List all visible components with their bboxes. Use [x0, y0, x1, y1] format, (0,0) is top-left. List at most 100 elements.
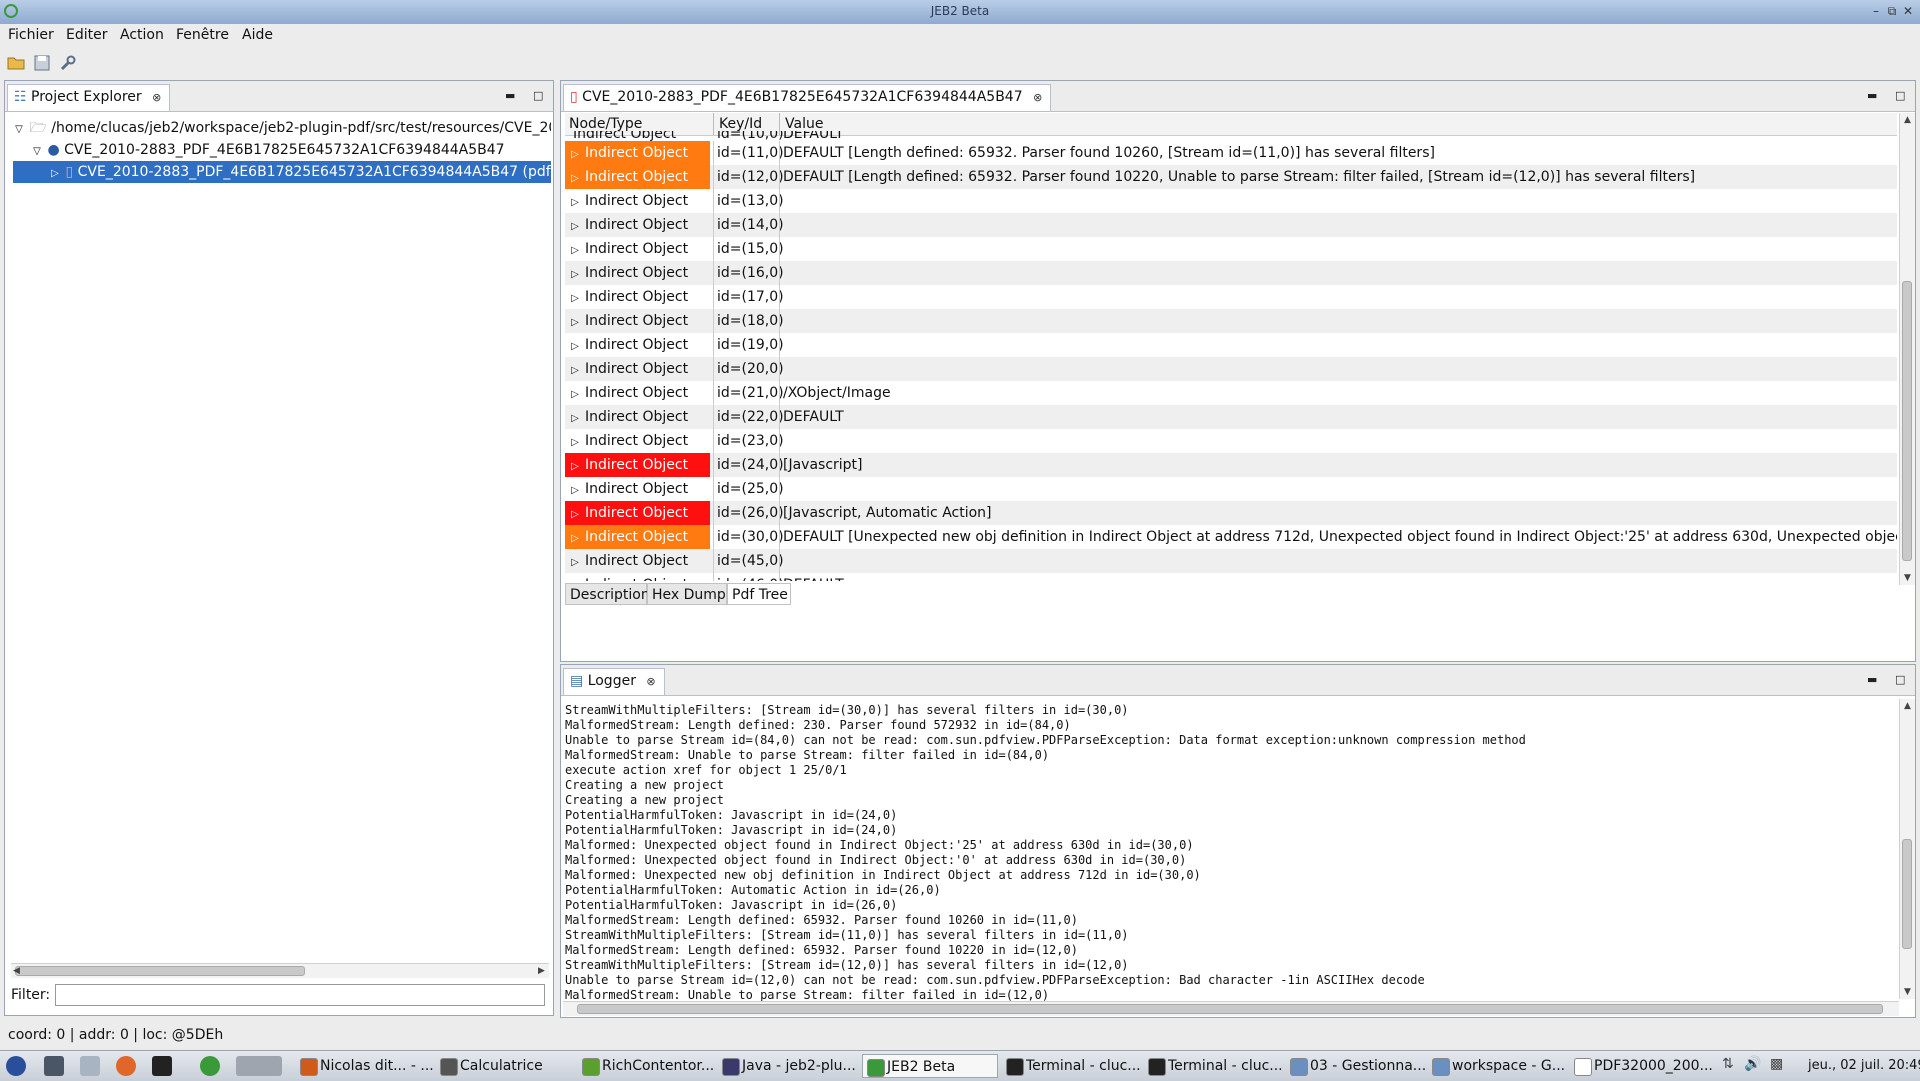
table-row[interactable]: ▷ Indirect Object id=(11,0) DEFAULT [Length… [565, 141, 1897, 165]
workspace-switcher[interactable] [236, 1056, 282, 1076]
table-row[interactable]: ▷ Indirect Object id=(18,0) [565, 309, 1897, 333]
tree-item-project[interactable]: ▽ ● CVE_2010-2883_PDF_4E6B17825E645732A1… [31, 139, 504, 163]
table-row-partial[interactable]: Indirect Object id=(10,0) DEFAULT [565, 131, 1897, 141]
filter-input[interactable] [55, 984, 545, 1006]
close-tab-icon[interactable]: ⊗ [646, 675, 655, 688]
tree-item-folder[interactable]: ▽ 🗁 /home/clucas/jeb2/workspace/jeb2-plu… [13, 117, 551, 139]
volume-icon[interactable]: 🔊 [1744, 1056, 1764, 1076]
scroll-down-icon[interactable]: ▼ [1900, 571, 1915, 585]
tab-hex-dump[interactable]: Hex Dump [647, 583, 727, 605]
tab-pdf-tree[interactable]: Pdf Tree [727, 583, 791, 605]
scroll-right-icon[interactable]: ▶ [534, 964, 549, 978]
collapsed-triangle-icon[interactable]: ▷ [569, 263, 581, 287]
table-row[interactable]: ▷ Indirect Object id=(24,0) [Javascript] [565, 453, 1897, 477]
collapsed-triangle-icon[interactable]: ▷ [569, 383, 581, 407]
table-row[interactable]: ▷ Indirect Object id=(23,0) [565, 429, 1897, 453]
expanded-triangle-icon[interactable]: ▽ [31, 141, 43, 163]
jeb-launcher-icon[interactable] [200, 1056, 220, 1076]
terminal-icon[interactable] [152, 1056, 172, 1076]
clock[interactable]: jeu., 02 juil. 20:49 [1808, 1058, 1920, 1073]
table-row[interactable]: ▷ Indirect Object id=(20,0) [565, 357, 1897, 381]
scroll-down-icon[interactable]: ▼ [1900, 985, 1915, 999]
close-tab-icon[interactable]: ⊗ [152, 91, 161, 104]
expanded-triangle-icon[interactable]: ▽ [13, 119, 25, 141]
collapsed-triangle-icon[interactable]: ▷ [569, 431, 581, 455]
table-row[interactable]: ▷ Indirect Object id=(30,0) DEFAULT [Unexpe… [565, 525, 1897, 549]
collapsed-triangle-icon[interactable]: ▷ [569, 551, 581, 575]
tree-item-pdf[interactable]: ▷ ▯ CVE_2010-2883_PDF_4E6B17825E645732A1… [13, 161, 551, 183]
network-icon[interactable]: ⇅ [1722, 1056, 1742, 1076]
table-row[interactable]: ▷ Indirect Object id=(15,0) [565, 237, 1897, 261]
scroll-up-icon[interactable]: ▲ [1900, 113, 1915, 127]
menu-aide[interactable]: Aide [242, 27, 273, 43]
taskbar-task[interactable]: PDF32000_200... [1570, 1054, 1734, 1078]
tab-logger[interactable]: ▤ Logger ⊗ [563, 668, 665, 695]
taskbar-task[interactable]: 03 - Gestionna... [1286, 1054, 1448, 1078]
maximize-panel-icon[interactable]: □ [533, 89, 543, 102]
file-manager-icon[interactable] [80, 1056, 100, 1076]
collapsed-triangle-icon[interactable]: ▷ [569, 239, 581, 263]
collapsed-triangle-icon[interactable]: ▷ [569, 359, 581, 383]
minimize-icon[interactable]: – [1868, 3, 1884, 19]
table-row[interactable]: ▷ Indirect Object id=(46,0)DEFAULT [565, 573, 1897, 581]
column-header-node-type[interactable]: Node/Type [569, 116, 642, 132]
taskbar-task[interactable]: JEB2 Beta [862, 1054, 998, 1078]
start-menu-icon[interactable] [6, 1056, 26, 1076]
taskbar-task[interactable]: RichContentor... [578, 1054, 738, 1078]
collapsed-triangle-icon[interactable]: ▷ [569, 191, 581, 215]
table-row[interactable]: ▷ Indirect Object id=(13,0) [565, 189, 1897, 213]
logger-vscrollbar[interactable]: ▲ ▼ [1899, 699, 1915, 999]
collapsed-triangle-icon[interactable]: ▷ [569, 287, 581, 311]
taskbar-task[interactable]: Terminal - cluc... [1002, 1054, 1164, 1078]
collapsed-triangle-icon[interactable]: ▷ [569, 503, 581, 527]
restore-icon[interactable]: ⧉ [1884, 3, 1900, 19]
table-row[interactable]: ▷ Indirect Object id=(19,0) [565, 333, 1897, 357]
table-row[interactable]: ▷ Indirect Object id=(26,0) [Javascript, A… [565, 501, 1897, 525]
battery-icon[interactable]: ▩ [1770, 1056, 1794, 1076]
logger-hscrollbar[interactable] [563, 1001, 1899, 1016]
minimize-panel-icon[interactable]: ▬ [1867, 673, 1877, 686]
open-folder-icon[interactable] [6, 53, 26, 73]
scroll-up-icon[interactable]: ▲ [1900, 699, 1915, 713]
collapsed-triangle-icon[interactable]: ▷ [569, 455, 581, 479]
tab-project-explorer[interactable]: ☷ Project Explorer ⊗ [7, 84, 171, 111]
collapsed-triangle-icon[interactable]: ▷ [569, 479, 581, 503]
collapsed-triangle-icon[interactable]: ▷ [569, 311, 581, 335]
collapsed-triangle-icon[interactable]: ▷ [569, 575, 581, 581]
menu-editer[interactable]: Editer [66, 27, 107, 43]
taskbar-task[interactable]: Java - jeb2-plu... [718, 1054, 882, 1078]
close-window-icon[interactable]: ✕ [1900, 3, 1916, 19]
table-row[interactable]: ▷ Indirect Object id=(17,0) [565, 285, 1897, 309]
table-row[interactable]: ▷ Indirect Object id=(22,0) DEFAULT [565, 405, 1897, 429]
save-icon[interactable] [32, 53, 52, 73]
column-header-key-id[interactable]: Key/Id [719, 116, 762, 132]
firefox-icon[interactable] [116, 1056, 136, 1076]
collapsed-triangle-icon[interactable]: ▷ [569, 143, 581, 167]
scroll-left-icon[interactable]: ◀ [9, 964, 24, 978]
table-row[interactable]: ▷ Indirect Object id=(21,0)/XObject/Image [565, 381, 1897, 405]
table-row[interactable]: ▷ Indirect Object id=(45,0) [565, 549, 1897, 573]
menu-fenetre[interactable]: Fenêtre [176, 27, 229, 43]
collapsed-triangle-icon[interactable]: ▷ [569, 215, 581, 239]
table-row[interactable]: ▷ Indirect Object id=(16,0) [565, 261, 1897, 285]
taskbar-task[interactable]: workspace - G... [1428, 1054, 1590, 1078]
table-row[interactable]: ▷ Indirect Object id=(25,0) [565, 477, 1897, 501]
minimize-panel-icon[interactable]: ▬ [505, 89, 515, 102]
wrench-icon[interactable] [58, 53, 78, 73]
maximize-panel-icon[interactable]: □ [1895, 673, 1905, 686]
taskbar-task[interactable]: Terminal - cluc... [1144, 1054, 1306, 1078]
collapsed-triangle-icon[interactable]: ▷ [569, 527, 581, 551]
menu-action[interactable]: Action [120, 27, 164, 43]
menu-fichier[interactable]: Fichier [8, 27, 54, 43]
taskbar-task[interactable]: Nicolas dit... - ... [296, 1054, 456, 1078]
collapsed-triangle-icon[interactable]: ▷ [569, 167, 581, 191]
show-desktop-icon[interactable] [44, 1056, 64, 1076]
editor-vscrollbar[interactable]: ▲ ▼ [1899, 113, 1915, 585]
collapsed-triangle-icon[interactable]: ▷ [49, 163, 61, 185]
table-row[interactable]: ▷ Indirect Object id=(12,0) DEFAULT [Length… [565, 165, 1897, 189]
column-header-value[interactable]: Value [785, 116, 823, 132]
explorer-hscrollbar[interactable]: ◀ ▶ [11, 963, 549, 978]
collapsed-triangle-icon[interactable]: ▷ [569, 335, 581, 359]
tab-description[interactable]: Description [565, 583, 650, 605]
collapsed-triangle-icon[interactable]: ▷ [569, 407, 581, 431]
